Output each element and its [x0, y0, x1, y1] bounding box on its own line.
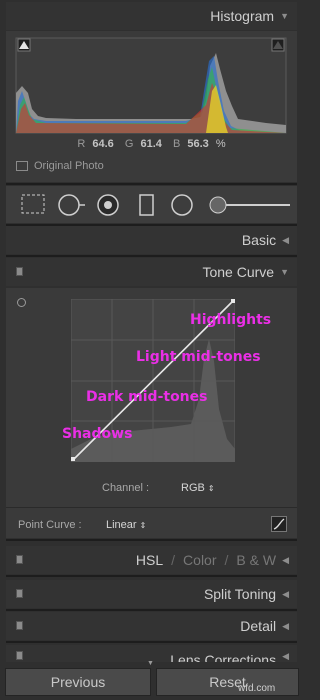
split-toning-title: Split Toning [203, 586, 277, 602]
light-mid-tones-label: Light mid-tones [136, 349, 261, 365]
red-eye-icon[interactable] [97, 194, 119, 216]
collapse-triangle-icon: ◀ [282, 651, 289, 661]
panel-toggle-icon[interactable] [16, 589, 23, 598]
tone-curve-panel: Highlights Light mid-tones Dark mid-tone… [6, 288, 297, 538]
scroll-down-icon[interactable]: ▼ [147, 660, 154, 667]
curve-point-shadow[interactable] [71, 457, 75, 461]
basic-header[interactable]: Basic ◀ [6, 226, 297, 254]
target-adjust-icon[interactable] [17, 298, 26, 307]
r-value: 64.6 [92, 138, 114, 150]
tool-strip [6, 186, 297, 223]
tab-separator: / [224, 552, 229, 568]
panel-toggle-icon[interactable] [16, 267, 23, 276]
collapse-triangle-icon: ▼ [280, 11, 289, 21]
panel-toggle-icon[interactable] [16, 621, 23, 630]
percent-sign: % [215, 138, 226, 150]
channel-row: Channel : [102, 482, 149, 494]
updown-arrow-icon: ⇕ [139, 521, 147, 530]
graduated-filter-icon[interactable] [139, 194, 154, 216]
expand-triangle-icon: ▼ [280, 267, 289, 277]
detail-title: Detail [240, 618, 277, 634]
tab-separator: / [171, 552, 176, 568]
histogram-panel: R 64.6 G 61.4 B 56.3 % Original Photo [6, 31, 297, 182]
panel-toggle-icon[interactable] [16, 555, 23, 564]
point-curve-row: Point Curve : [18, 519, 82, 531]
histogram-title: Histogram [210, 8, 275, 24]
updown-arrow-icon: ⇕ [207, 484, 215, 493]
previous-label: Previous [50, 674, 106, 690]
reset-button[interactable]: Reset [156, 668, 299, 696]
collapse-triangle-icon: ◀ [282, 554, 289, 565]
detail-header[interactable]: Detail ◀ [6, 612, 297, 640]
g-value: 61.4 [140, 138, 162, 150]
highlights-label: Highlights [190, 312, 272, 328]
hsl-tab[interactable]: HSL [136, 552, 163, 568]
lens-corrections-title: Lens Corrections [170, 652, 277, 662]
split-toning-header[interactable]: Split Toning ◀ [6, 580, 297, 608]
curve-edit-icon[interactable] [271, 516, 287, 532]
bw-tab[interactable]: B & W [236, 552, 276, 568]
shadows-label: Shadows [62, 426, 133, 442]
panel-toggle-icon[interactable] [16, 651, 23, 660]
b-label: B [172, 138, 181, 150]
collapse-triangle-icon: ◀ [282, 620, 289, 631]
point-curve-value: Linear [106, 519, 137, 531]
hsl-header[interactable]: HSL / Color / B & W ◀ [6, 546, 297, 574]
rgb-readout: R 64.6 G 61.4 B 56.3 % [6, 138, 297, 150]
collapse-triangle-icon: ◀ [282, 588, 289, 599]
original-photo-label: Original Photo [34, 160, 104, 172]
channel-value: RGB [181, 482, 205, 494]
point-curve-label: Point Curve : [18, 519, 82, 531]
previous-button[interactable]: Previous [5, 668, 151, 696]
dark-mid-tones-label: Dark mid-tones [86, 389, 208, 405]
b-value: 56.3 [187, 138, 209, 150]
original-photo-toggle[interactable]: Original Photo [16, 160, 104, 172]
checkbox-icon[interactable] [16, 161, 28, 171]
color-tab[interactable]: Color [183, 552, 216, 568]
watermark: wfd.com [238, 683, 276, 694]
histogram-header[interactable]: Histogram ▼ [6, 2, 297, 30]
basic-title: Basic [241, 232, 277, 248]
crop-icon[interactable] [21, 194, 45, 214]
r-label: R [77, 138, 86, 150]
point-curve-select[interactable]: Linear ⇕ [106, 519, 146, 531]
tone-curve-title: Tone Curve [202, 264, 275, 280]
adjustment-brush-icon[interactable] [209, 196, 290, 214]
spot-removal-icon[interactable] [58, 194, 85, 216]
tool-strip-icons [21, 194, 290, 216]
g-label: G [124, 138, 134, 150]
channel-select[interactable]: RGB ⇕ [181, 482, 215, 494]
radial-filter-icon[interactable] [171, 194, 193, 216]
collapse-triangle-icon: ◀ [282, 234, 289, 245]
curve-point-highlight[interactable] [231, 299, 235, 303]
tone-curve-header[interactable]: Tone Curve ▼ [6, 258, 297, 286]
channel-label: Channel : [102, 482, 150, 494]
